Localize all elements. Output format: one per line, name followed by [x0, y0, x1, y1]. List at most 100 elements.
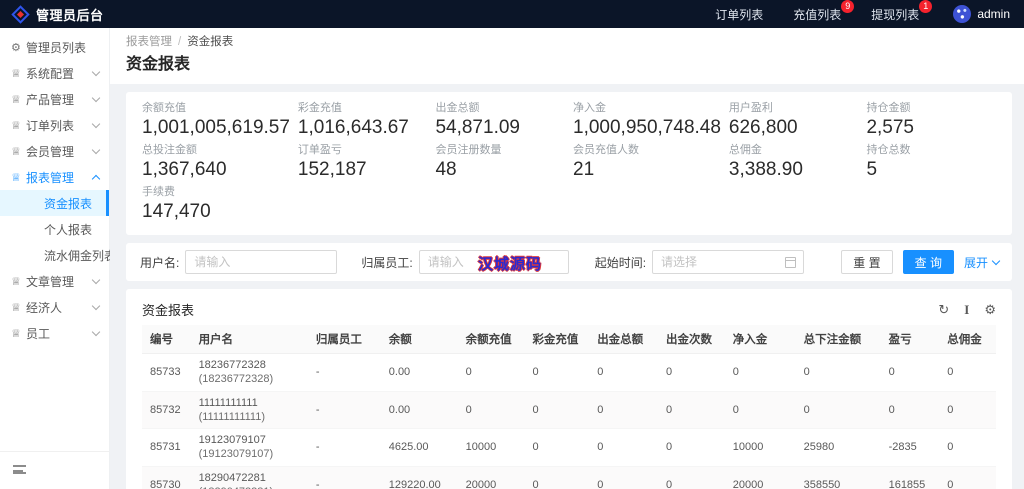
- stat-label: 总佣金: [729, 144, 859, 157]
- cell-withdraw-total: 0: [589, 354, 658, 392]
- stat-value: 5: [866, 159, 996, 181]
- cell-withdraw-count: 0: [658, 391, 725, 429]
- stat-item: 出金总额 54,871.09: [435, 102, 565, 139]
- column-header: 盈亏: [881, 325, 940, 354]
- sidebar-item-label: 系统配置: [26, 65, 74, 82]
- stat-item: 会员注册数量 48: [435, 144, 565, 181]
- sidebar-item-label: 报表管理: [26, 169, 74, 186]
- username-label: admin: [977, 7, 1010, 21]
- cell-pnl: 0: [881, 391, 940, 429]
- chevron-icon: [92, 173, 101, 182]
- column-header: 净入金: [725, 325, 796, 354]
- top-nav-link[interactable]: 提现列表1: [871, 6, 919, 23]
- sidebar-item[interactable]: 报表管理: [0, 164, 109, 190]
- sidebar-item[interactable]: 个人报表: [0, 216, 109, 242]
- cell-balance: 129220.00: [381, 466, 458, 489]
- filter-bar: 用户名: 归属员工: 汉城源码 起始时间: 重 置 查: [126, 243, 1012, 281]
- chevron-down-icon: [992, 258, 1000, 266]
- sidebar-item[interactable]: 产品管理: [0, 86, 109, 112]
- column-header: 总下注金额: [796, 325, 881, 354]
- stat-value: 152,187: [298, 159, 428, 181]
- stat-label: 持仓总数: [866, 144, 996, 157]
- username-input[interactable]: [185, 250, 337, 274]
- user-menu[interactable]: admin: [953, 5, 1010, 23]
- chevron-icon: [92, 95, 101, 104]
- cell-recharge: 10000: [458, 429, 525, 467]
- table-row[interactable]: 85731 19123079107 (19123079107) - 4625.0…: [142, 429, 996, 467]
- top-nav-label: 订单列表: [715, 8, 763, 22]
- column-header: 总佣金: [939, 325, 996, 354]
- sidebar-item[interactable]: 经济人: [0, 294, 109, 320]
- stat-item: 用户盈利 626,800: [729, 102, 859, 139]
- sidebar-item[interactable]: 系统配置: [0, 60, 109, 86]
- table-toolbar: 资金报表: [142, 297, 996, 321]
- cell-bonus: 0: [524, 429, 589, 467]
- top-nav-link[interactable]: 充值列表9: [793, 6, 841, 23]
- top-nav-label: 充值列表: [793, 8, 841, 22]
- sidebar-item[interactable]: 管理员列表: [0, 34, 109, 60]
- sidebar-item-label: 个人报表: [44, 221, 92, 238]
- expand-filters-link[interactable]: 展开: [964, 254, 1000, 271]
- column-header: 余额: [381, 325, 458, 354]
- collapse-sidebar-icon[interactable]: [13, 465, 26, 474]
- username-main: 18290472281: [199, 471, 300, 485]
- cell-withdraw-count: 0: [658, 429, 725, 467]
- sidebar-item[interactable]: 资金报表: [0, 190, 109, 216]
- cell-id: 85732: [142, 391, 191, 429]
- sidebar-item-label: 文章管理: [26, 273, 74, 290]
- cell-recharge: 20000: [458, 466, 525, 489]
- cell-withdraw-total: 0: [589, 429, 658, 467]
- top-nav-link[interactable]: 订单列表: [715, 6, 763, 23]
- stat-item: 订单盈亏 152,187: [298, 144, 428, 181]
- table-row[interactable]: 85733 18236772328 (18236772328) - 0.00 0…: [142, 354, 996, 392]
- start-date-input[interactable]: [652, 250, 804, 274]
- date-filter: 起始时间:: [595, 250, 804, 274]
- table-row[interactable]: 85730 18290472281 (18290472281) - 129220…: [142, 466, 996, 489]
- cell-staff: -: [308, 391, 381, 429]
- chevron-icon: [92, 121, 101, 130]
- sidebar-item[interactable]: 订单列表: [0, 112, 109, 138]
- cell-bet-total: 25980: [796, 429, 881, 467]
- cell-balance: 4625.00: [381, 429, 458, 467]
- column-header: 出金次数: [658, 325, 725, 354]
- stat-value: 1,000,950,748.48: [573, 117, 721, 139]
- sidebar-item-label: 员工: [26, 325, 50, 342]
- stat-value: 48: [435, 159, 565, 181]
- cell-commission: 0: [939, 429, 996, 467]
- expand-label: 展开: [964, 254, 988, 271]
- table-row[interactable]: 85732 11111111111 (11111111111) - 0.00 0…: [142, 391, 996, 429]
- menu-icon: [11, 171, 26, 184]
- cell-pnl: 0: [881, 354, 940, 392]
- cell-withdraw-total: 0: [589, 466, 658, 489]
- reset-button[interactable]: 重 置: [841, 250, 892, 274]
- sidebar-item-label: 流水佣金列表: [44, 247, 116, 264]
- column-header: 归属员工: [308, 325, 381, 354]
- breadcrumb-separator: /: [178, 36, 181, 48]
- cell-withdraw-count: 0: [658, 466, 725, 489]
- main-area: 报表管理/资金报表 资金报表 余额充值 1,001,005,619.57 彩金充…: [110, 28, 1024, 489]
- column-header: 彩金充值: [524, 325, 589, 354]
- cell-recharge: 0: [458, 391, 525, 429]
- sidebar-item[interactable]: 文章管理: [0, 268, 109, 294]
- cell-bet-total: 358550: [796, 466, 881, 489]
- top-bar: 管理员后台 订单列表 充值列表9 提现列表1 admin: [0, 0, 1024, 28]
- column-height-icon[interactable]: [964, 303, 969, 316]
- sidebar-item-label: 管理员列表: [26, 39, 86, 56]
- sidebar-item[interactable]: 员工: [0, 320, 109, 346]
- sidebar-item[interactable]: 流水佣金列表: [0, 242, 109, 268]
- search-button[interactable]: 查 询: [903, 250, 954, 274]
- cell-net: 0: [725, 391, 796, 429]
- stat-value: 54,871.09: [435, 117, 565, 139]
- chevron-icon: [92, 277, 101, 286]
- stat-value: 1,001,005,619.57: [142, 117, 290, 139]
- cell-recharge: 0: [458, 354, 525, 392]
- chevron-icon: [92, 303, 101, 312]
- username-filter-label: 用户名:: [140, 254, 179, 271]
- sidebar-item[interactable]: 会员管理: [0, 138, 109, 164]
- refresh-icon[interactable]: [938, 303, 949, 316]
- staff-input[interactable]: [419, 250, 569, 274]
- breadcrumb-parent[interactable]: 报表管理: [126, 36, 172, 48]
- cell-bet-total: 0: [796, 391, 881, 429]
- settings-icon[interactable]: [984, 303, 996, 316]
- stat-item: 持仓金额 2,575: [866, 102, 996, 139]
